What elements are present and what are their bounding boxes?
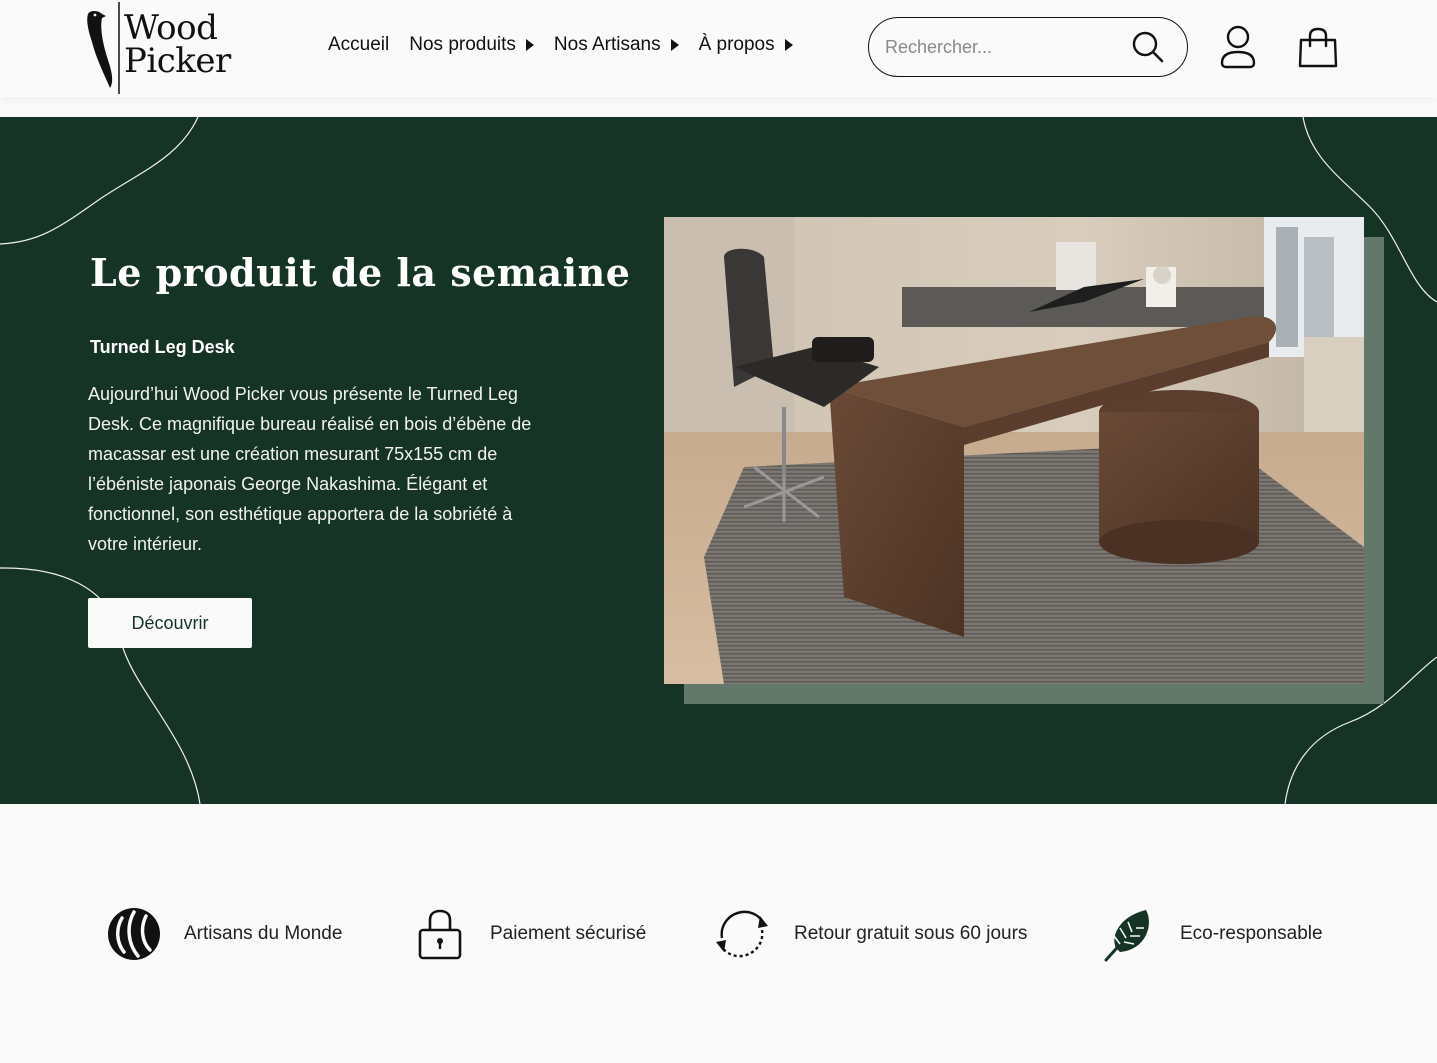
nav-item-nos-produits[interactable]: Nos produits bbox=[409, 34, 534, 56]
search-icon[interactable] bbox=[1131, 30, 1165, 64]
caret-right-icon bbox=[784, 39, 793, 51]
leaf-icon bbox=[1104, 910, 1149, 962]
search-input[interactable] bbox=[885, 32, 1115, 62]
brand-line-2: Picker bbox=[124, 41, 231, 81]
user-account-icon[interactable] bbox=[1218, 25, 1258, 69]
caret-right-icon bbox=[670, 39, 679, 51]
feature-secure-payment: Paiement sécurisé bbox=[412, 906, 646, 962]
woodpecker-logo-icon bbox=[87, 2, 120, 94]
refresh-icon bbox=[716, 910, 768, 958]
brand-name: Wood Picker bbox=[124, 11, 231, 81]
feature-artisans: Artisans du Monde bbox=[106, 906, 342, 962]
feature-eco: Eco-responsable bbox=[1102, 906, 1323, 962]
site-header: Wood Picker Accueil Nos produits Nos Art… bbox=[0, 0, 1437, 97]
nav-label: Accueil bbox=[328, 34, 390, 55]
feature-label: Artisans du Monde bbox=[184, 923, 343, 944]
lock-icon bbox=[418, 909, 462, 960]
section-title: Le produit de la semaine bbox=[90, 250, 631, 295]
feature-label: Retour gratuit sous 60 jours bbox=[794, 923, 1028, 944]
product-description: Aujourd’hui Wood Picker vous présente le… bbox=[88, 384, 532, 554]
globe-wood-icon bbox=[108, 908, 160, 960]
feature-free-return: Retour gratuit sous 60 jours bbox=[714, 906, 1027, 962]
feature-label: Eco-responsable bbox=[1180, 923, 1323, 944]
nav-label: À propos bbox=[698, 34, 775, 55]
product-name: Turned Leg Desk bbox=[90, 337, 235, 357]
logo[interactable]: Wood Picker bbox=[86, 2, 236, 94]
nav-item-a-propos[interactable]: À propos bbox=[699, 34, 793, 56]
product-image[interactable] bbox=[664, 217, 1364, 684]
nav-item-nos-artisans[interactable]: Nos Artisans bbox=[554, 34, 679, 56]
features-bar: Artisans du Monde Paiement sécurisé Reto… bbox=[0, 804, 1437, 1063]
desk-photo bbox=[664, 217, 1364, 684]
feature-label: Paiement sécurisé bbox=[490, 923, 647, 944]
main-nav: Accueil Nos produits Nos Artisans À prop… bbox=[328, 34, 793, 56]
caret-right-icon bbox=[525, 39, 534, 51]
featured-product-section: Le produit de la semaine Turned Leg Desk… bbox=[0, 117, 1437, 804]
search-bar bbox=[868, 17, 1188, 77]
nav-label: Nos Artisans bbox=[553, 34, 661, 55]
shopping-bag-icon[interactable] bbox=[1296, 26, 1340, 70]
nav-label: Nos produits bbox=[409, 34, 516, 55]
nav-item-accueil[interactable]: Accueil bbox=[328, 34, 389, 56]
discover-button[interactable]: Découvrir bbox=[88, 598, 252, 648]
